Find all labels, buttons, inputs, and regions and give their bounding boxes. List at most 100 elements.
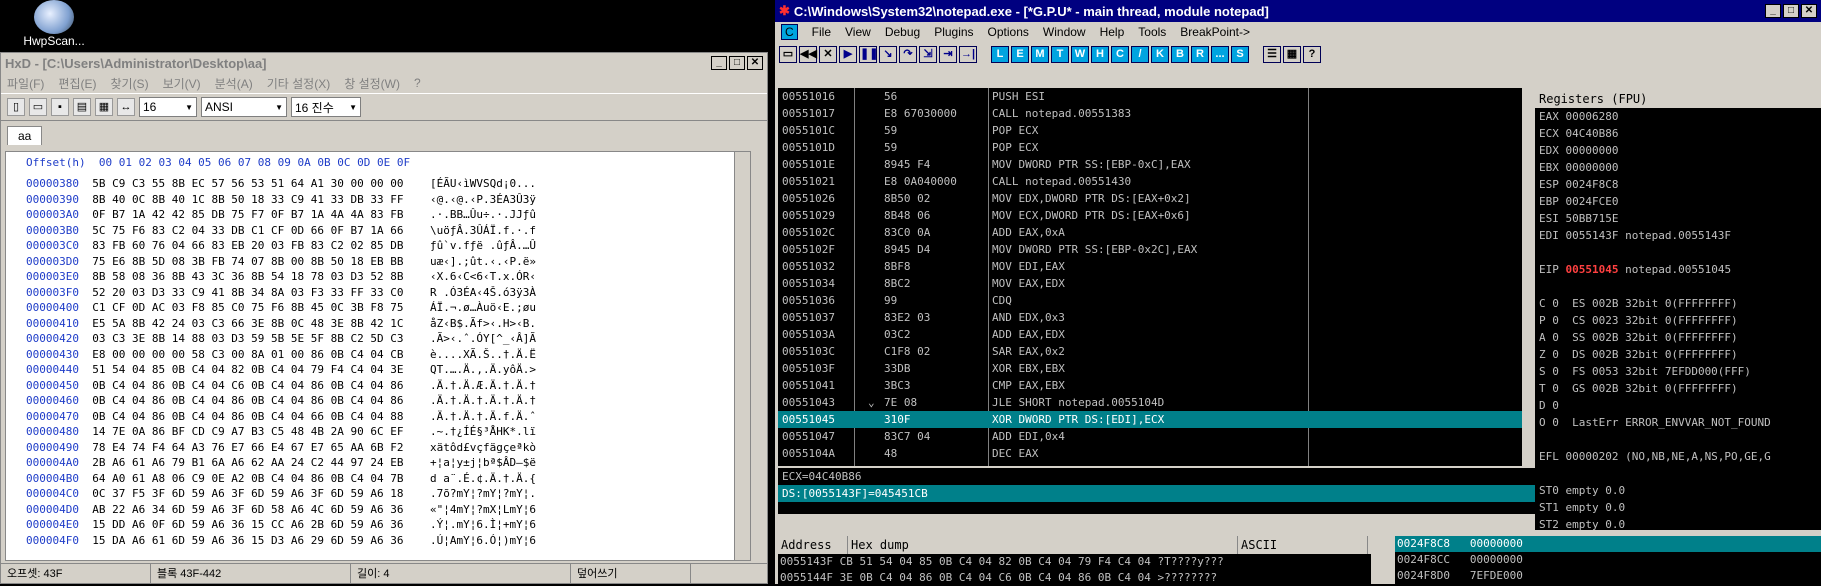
menu-item-file[interactable]: File xyxy=(812,25,831,39)
hxd-titlebar[interactable]: HxD - [C:\Users\Administrator\Desktop\aa… xyxy=(1,53,767,73)
disasm-row[interactable]: 0055103F 33DB XOR EBX,EBX xyxy=(778,360,1522,377)
window-button-K[interactable]: K xyxy=(1151,45,1169,63)
window-button-E[interactable]: E xyxy=(1011,45,1029,63)
hex-row[interactable]: 00000410 E5 5A 8B 42 24 03 C3 66 3E 8B 0… xyxy=(26,316,536,331)
register-line[interactable]: EIP 00551045 notepad.00551045 xyxy=(1535,261,1821,278)
disasm-row[interactable]: 00551016 56 PUSH ESI xyxy=(778,88,1522,105)
close-button[interactable]: ✕ xyxy=(1801,4,1817,18)
register-line[interactable]: ST2 empty 0.0 xyxy=(1535,516,1821,530)
menu-item-debug[interactable]: Debug xyxy=(885,25,920,39)
window-button-L[interactable]: L xyxy=(991,45,1009,63)
menu-item-1[interactable]: 편집(E) xyxy=(58,75,96,92)
register-line[interactable]: EAX 00006280 xyxy=(1535,108,1821,125)
menu-item-5[interactable]: 기타 설정(X) xyxy=(267,75,331,92)
menu-item-tools[interactable]: Tools xyxy=(1138,25,1166,39)
disasm-row[interactable]: 00551045 310F XOR DWORD PTR DS:[EDI],ECX xyxy=(778,411,1522,428)
menu-item-help[interactable]: Help xyxy=(1100,25,1125,39)
registers-pane[interactable]: Registers (FPU) EAX 00006280 ECX 04C40B86… xyxy=(1535,90,1821,530)
stack-row[interactable]: 0024F8D0 7EFDE000 xyxy=(1395,568,1821,584)
register-line[interactable]: ST0 empty 0.0 xyxy=(1535,482,1821,499)
disasm-row[interactable]: 00551029 8B48 06 MOV ECX,DWORD PTR DS:[EAX… xyxy=(778,207,1522,224)
menu-item-options[interactable]: Options xyxy=(988,25,1029,39)
window-button-/[interactable]: / xyxy=(1131,45,1149,63)
register-line[interactable]: D 0 xyxy=(1535,397,1821,414)
register-line[interactable]: EBX 00000000 xyxy=(1535,159,1821,176)
desktop-icon-hwpscan[interactable]: HwpScan... xyxy=(14,0,94,50)
register-line[interactable]: ECX 04C40B86 xyxy=(1535,125,1821,142)
menu-item-2[interactable]: 찾기(S) xyxy=(110,75,148,92)
open-icon[interactable]: ▭ xyxy=(779,45,797,63)
window-button-H[interactable]: H xyxy=(1091,45,1109,63)
menu-item-window[interactable]: Window xyxy=(1043,25,1086,39)
hex-row[interactable]: 000004F0 15 DA A6 61 6D 59 A6 36 15 D3 A… xyxy=(26,533,536,548)
stack-row[interactable]: 0024F8CC 00000000 xyxy=(1395,552,1821,568)
hex-row[interactable]: 00000400 C1 CF 0D AC 03 F8 85 C0 75 F6 8… xyxy=(26,300,536,315)
hex-row[interactable]: 000003D0 75 E6 8B 5D 08 3B FB 74 07 8B 0… xyxy=(26,254,536,269)
disasm-row[interactable]: 00551037 83E2 03 AND EDX,0x3 xyxy=(778,309,1522,326)
stack-pane[interactable]: 0024F8C8 00000000 0024F8CC 00000000 0024F8… xyxy=(1395,536,1821,584)
print-icon[interactable]: ▤ xyxy=(73,98,91,116)
register-line[interactable]: T 0 GS 002B 32bit 0(FFFFFFFF) xyxy=(1535,380,1821,397)
help-icon[interactable]: ? xyxy=(1303,45,1321,63)
hex-row[interactable]: 000004B0 64 A0 61 A8 06 C9 0E A2 0B C4 0… xyxy=(26,471,536,486)
trace-into-icon[interactable]: ⇲ xyxy=(919,45,937,63)
close-button[interactable]: ✕ xyxy=(747,56,763,70)
grid-icon[interactable]: ▦ xyxy=(1283,45,1301,63)
hex-row[interactable]: 00000450 0B C4 04 86 0B C4 04 C6 0B C4 0… xyxy=(26,378,536,393)
olly-titlebar[interactable]: ✱ C:\Windows\System32\notepad.exe - [*G.… xyxy=(775,0,1821,22)
info-pane[interactable]: ECX=04C40B86 DS:[0055143F]=045451CB xyxy=(778,468,1538,514)
window-button-R[interactable]: R xyxy=(1191,45,1209,63)
hex-row[interactable]: 00000480 14 7E 0A 86 BF CD C9 A7 B3 C5 4… xyxy=(26,424,536,439)
minimize-button[interactable]: _ xyxy=(1765,4,1781,18)
hex-scrollbar[interactable] xyxy=(734,152,750,560)
run-icon[interactable]: ▶ xyxy=(839,45,857,63)
open-file-icon[interactable]: ▭ xyxy=(29,98,47,116)
register-line[interactable]: P 0 CS 0023 32bit 0(FFFFFFFF) xyxy=(1535,312,1821,329)
register-line[interactable]: Z 0 DS 002B 32bit 0(FFFFFFFF) xyxy=(1535,346,1821,363)
disasm-row[interactable]: 00551032 8BF8 MOV EDI,EAX xyxy=(778,258,1522,275)
register-line[interactable] xyxy=(1535,431,1821,448)
trace-over-icon[interactable]: ⇥ xyxy=(939,45,957,63)
register-line[interactable]: ST1 empty 0.0 xyxy=(1535,499,1821,516)
dump-col-ascii[interactable]: ASCII xyxy=(1238,536,1368,554)
maximize-button[interactable]: □ xyxy=(1783,4,1799,18)
tab-aa[interactable]: aa xyxy=(7,126,43,145)
menu-item-4[interactable]: 분석(A) xyxy=(215,75,253,92)
disasm-row[interactable]: 0055101E 8945 F4 MOV DWORD PTR SS:[EBP-0xC… xyxy=(778,156,1522,173)
register-line[interactable]: EDX 00000000 xyxy=(1535,142,1821,159)
register-line[interactable]: ESP 0024F8C8 xyxy=(1535,176,1821,193)
hex-row[interactable]: 00000420 03 C3 3E 8B 14 88 03 D3 59 5B 5… xyxy=(26,331,536,346)
hex-row[interactable]: 00000460 0B C4 04 86 0B C4 04 86 0B C4 0… xyxy=(26,393,536,408)
register-line[interactable]: C 0 ES 002B 32bit 0(FFFFFFFF) xyxy=(1535,295,1821,312)
hex-row[interactable]: 00000470 0B C4 04 86 0B C4 04 86 0B C4 0… xyxy=(26,409,536,424)
hex-row[interactable]: 00000390 8B 40 0C 8B 40 1C 8B 50 18 33 C… xyxy=(26,192,536,207)
disassembly-pane[interactable]: 00551016 56 PUSH ESI 00551017 E8 67030000 CAL… xyxy=(778,88,1522,466)
window-button-B[interactable]: B xyxy=(1171,45,1189,63)
step-over-icon[interactable]: ↷ xyxy=(899,45,917,63)
menu-item-plugins[interactable]: Plugins xyxy=(934,25,973,39)
hex-row[interactable]: 00000380 5B C9 C3 55 8B EC 57 56 53 51 6… xyxy=(26,176,536,191)
hex-row[interactable]: 000004A0 2B A6 61 A6 79 B1 6A A6 62 AA 2… xyxy=(26,455,536,470)
list-icon[interactable]: ☰ xyxy=(1263,45,1281,63)
hex-row[interactable]: 000004C0 0C 37 F5 3F 6D 59 A6 3F 6D 59 A… xyxy=(26,486,536,501)
menu-item-3[interactable]: 보기(V) xyxy=(163,75,201,92)
pause-icon[interactable]: ❚❚ xyxy=(859,45,878,63)
menu-item-7[interactable]: ? xyxy=(414,76,421,90)
menu-item-view[interactable]: View xyxy=(845,25,871,39)
hex-row[interactable]: 000003E0 8B 58 08 36 8B 43 3C 36 8B 54 1… xyxy=(26,269,536,284)
disasm-row[interactable]: 00551017 E8 67030000 CALL notepad.00551383 xyxy=(778,105,1522,122)
register-line[interactable] xyxy=(1535,244,1821,261)
hex-row[interactable]: 00000490 78 E4 74 F4 64 A3 76 E7 66 E4 6… xyxy=(26,440,536,455)
minimize-button[interactable]: _ xyxy=(711,56,727,70)
column-width-icon[interactable]: ↔ xyxy=(117,98,135,116)
register-line[interactable]: O 0 LastErr ERROR_ENVVAR_NOT_FOUND xyxy=(1535,414,1821,431)
disasm-row[interactable]: 00551043 ⌄ 7E 08 JLE SHORT notepad.0055104D xyxy=(778,394,1522,411)
hex-row[interactable]: 000003B0 5C 75 F6 83 C2 04 33 DB C1 CF 0… xyxy=(26,223,536,238)
disasm-row[interactable]: 00551047 83C7 04 ADD EDI,0x4 xyxy=(778,428,1522,445)
base-select[interactable]: 16 진수 ▼ xyxy=(291,97,361,117)
rewind-icon[interactable]: ◀◀ xyxy=(799,45,817,63)
register-line[interactable]: S 0 FS 0053 32bit 7EFDD000(FFF) xyxy=(1535,363,1821,380)
register-line[interactable] xyxy=(1535,465,1821,482)
hex-row[interactable]: 00000430 E8 00 00 00 00 58 C3 00 8A 01 0… xyxy=(26,347,536,362)
maximize-button[interactable]: □ xyxy=(729,56,745,70)
